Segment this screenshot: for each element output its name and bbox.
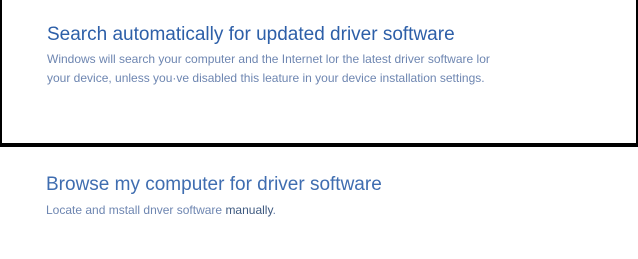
browse-computer-description-text: Locate and mstall dnver software — [46, 203, 226, 217]
search-automatically-description-line-2: your device, unless you·ve disabled this… — [47, 71, 485, 85]
search-automatically-description-line-1: Windows will search your computer and th… — [47, 52, 490, 66]
browse-computer-title[interactable]: Browse my computer for driver software — [46, 173, 638, 197]
browse-computer-description: Locate and mstall dnver software manuall… — [46, 201, 638, 220]
search-automatically-option[interactable]: Search automatically for updated driver … — [0, 0, 638, 147]
browse-computer-option[interactable]: Browse my computer for driver software L… — [0, 148, 638, 259]
browse-computer-description-end: . — [272, 203, 276, 217]
search-automatically-description: Windows will search your computer and th… — [47, 50, 636, 88]
search-automatically-title[interactable]: Search automatically for updated driver … — [47, 23, 636, 47]
browse-computer-description-emphasis: manually — [225, 203, 273, 217]
